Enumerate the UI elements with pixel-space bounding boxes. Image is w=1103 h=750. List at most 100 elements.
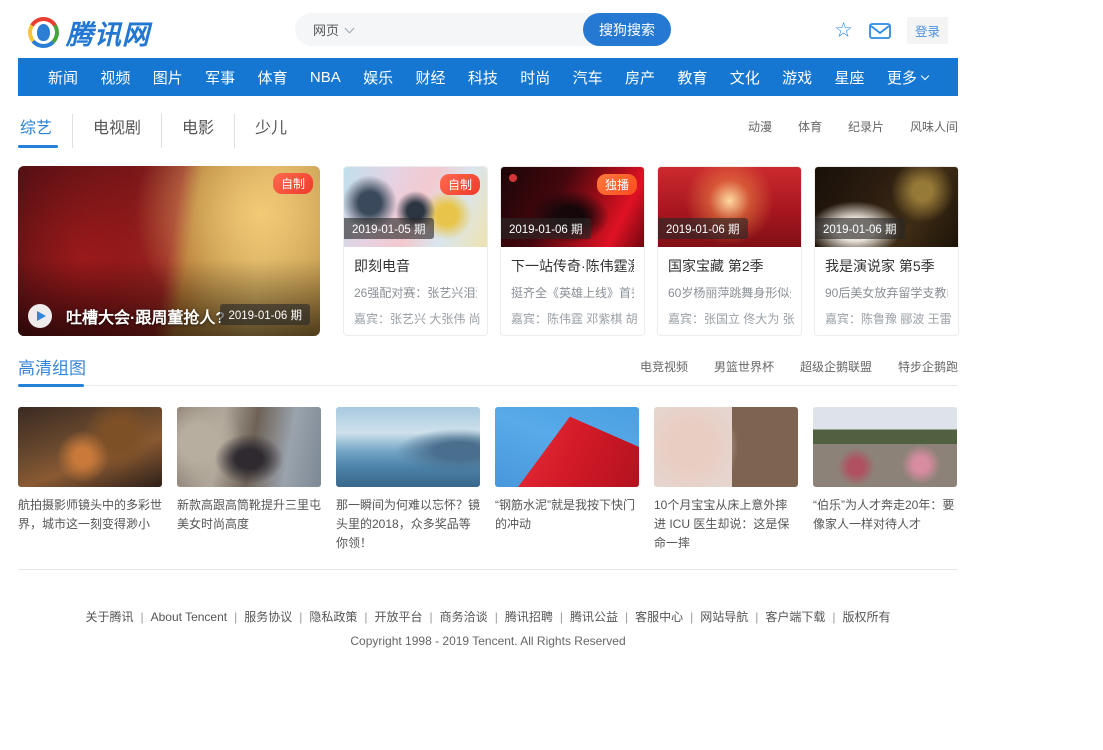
search-category-dropdown[interactable]: 网页 [295, 20, 353, 39]
footer-link[interactable]: 客户端下载 [765, 610, 825, 624]
header-actions: ☆ 登录 [834, 17, 948, 44]
tencent-logo[interactable]: 腾讯网 [28, 13, 150, 52]
nav-item-military[interactable]: 军事 [205, 67, 235, 88]
main-navbar: 新闻 视频 图片 军事 体育 NBA 娱乐 财经 科技 时尚 汽车 房产 教育 … [18, 58, 958, 96]
link-anime[interactable]: 动漫 [748, 118, 772, 135]
video-title: 国家宝藏 第2季 [668, 256, 791, 276]
photo-card[interactable]: “钢筋水泥”就是我按下快门的冲动 [495, 407, 639, 553]
photo-card[interactable]: 新款高跟高筒靴提升三里屯美女时尚高度 [177, 407, 321, 553]
tencent-logo-icon [28, 17, 59, 48]
footer-link[interactable]: 版权所有 [843, 610, 891, 624]
video-guests: 嘉宾：张国立 佟大为 张若昀 [668, 310, 795, 327]
footer-link-separator: | [560, 610, 563, 624]
footer-link[interactable]: 商务洽谈 [440, 610, 488, 624]
link-super-penguin-league[interactable]: 超级企鹅联盟 [800, 358, 872, 385]
photo-card[interactable]: 航拍摄影师镜头中的多彩世界，城市这一刻变得渺小 [18, 407, 162, 553]
nav-item-pictures[interactable]: 图片 [153, 67, 183, 88]
photo-thumbnail [18, 407, 162, 487]
photo-thumbnail [177, 407, 321, 487]
footer-link[interactable]: 网站导航 [700, 610, 748, 624]
video-thumbnail: 独播 2019-01-06 期 [501, 167, 644, 247]
video-guests: 嘉宾：陈伟霆 邓紫棋 胡海泉 [511, 310, 638, 327]
exclusive-badge: 独播 [597, 174, 637, 195]
copyright-text: Copyright 1998 - 2019 Tencent. All Right… [18, 634, 958, 648]
page-container: 腾讯网 网页 搜狗搜索 ☆ 登录 新闻 视频 图片 军事 体育 NBA 娱乐 财… [18, 0, 958, 648]
footer-link[interactable]: 隐私政策 [309, 610, 357, 624]
nav-item-horoscope[interactable]: 星座 [834, 67, 864, 88]
sogou-search-button[interactable]: 搜狗搜索 [583, 13, 671, 46]
page-footer: 关于腾讯|About Tencent|服务协议|隐私政策|开放平台|商务洽谈|腾… [18, 608, 958, 648]
nav-item-more[interactable]: 更多 [887, 67, 928, 88]
tab-movies[interactable]: 电影 [162, 114, 235, 148]
nav-item-finance[interactable]: 财经 [415, 67, 445, 88]
footer-link[interactable]: About Tencent [151, 610, 228, 624]
footer-link-separator: | [234, 610, 237, 624]
photo-caption: 那一瞬间为何难以忘怀？镜头里的2018，众多奖品等你领！ [336, 496, 480, 553]
footer-link[interactable]: 腾讯招聘 [505, 610, 553, 624]
nav-item-auto[interactable]: 汽车 [573, 67, 603, 88]
footer-divider [18, 569, 958, 570]
video-title: 下一站传奇·陈伟霆激动 [511, 256, 634, 276]
photos-section-title[interactable]: 高清组图 [18, 354, 86, 385]
video-card-body: 国家宝藏 第2季 60岁杨丽萍跳舞身形似少女 嘉宾：张国立 佟大为 张若昀 [658, 247, 801, 336]
nav-item-culture[interactable]: 文化 [730, 67, 760, 88]
photos-section-header: 高清组图 电竞视频 男篮世界杯 超级企鹅联盟 特步企鹅跑 [18, 354, 958, 386]
link-penguin-run[interactable]: 特步企鹅跑 [898, 358, 958, 385]
photo-thumbnail [495, 407, 639, 487]
tab-kids[interactable]: 少儿 [235, 114, 307, 148]
footer-link[interactable]: 客服中心 [635, 610, 683, 624]
nav-item-video[interactable]: 视频 [100, 67, 130, 88]
link-flavor-world[interactable]: 风味人间 [910, 118, 958, 135]
video-cards-row: 自制 吐槽大会·跟周董抢人? 2019-01-06 期 自制 2019-01-0… [18, 166, 958, 336]
footer-link[interactable]: 开放平台 [375, 610, 423, 624]
video-card[interactable]: 独播 2019-01-06 期 下一站传奇·陈伟霆激动 挺齐全《英雄上线》首秀 … [500, 166, 645, 336]
video-thumbnail: 2019-01-06 期 [815, 167, 958, 247]
link-esports-video[interactable]: 电竞视频 [640, 358, 688, 385]
photo-card[interactable]: “伯乐”为人才奔走20年：要像家人一样对待人才 [813, 407, 957, 553]
tab-variety[interactable]: 综艺 [18, 114, 73, 148]
link-sports[interactable]: 体育 [798, 118, 822, 135]
nav-item-education[interactable]: 教育 [677, 67, 707, 88]
mail-icon[interactable] [869, 23, 891, 39]
nav-item-realestate[interactable]: 房产 [625, 67, 655, 88]
footer-link-separator: | [364, 610, 367, 624]
footer-link[interactable]: 腾讯公益 [570, 610, 618, 624]
footer-link[interactable]: 关于腾讯 [85, 610, 133, 624]
footer-link-separator: | [755, 610, 758, 624]
nav-item-games[interactable]: 游戏 [782, 67, 812, 88]
link-basketball-worldcup[interactable]: 男篮世界杯 [714, 358, 774, 385]
nav-item-sports[interactable]: 体育 [258, 67, 288, 88]
video-thumbnail: 2019-01-06 期 [658, 167, 801, 247]
link-documentary[interactable]: 纪录片 [848, 118, 884, 135]
tabs-right-links: 动漫 体育 纪录片 风味人间 [748, 114, 958, 135]
play-icon[interactable] [28, 304, 52, 328]
video-title: 即刻电音 [354, 256, 477, 276]
nav-item-nba[interactable]: NBA [310, 69, 341, 86]
nav-item-entertainment[interactable]: 娱乐 [363, 67, 393, 88]
photo-caption: 10个月宝宝从床上意外摔进 ICU 医生却说：这是保命一摔 [654, 496, 798, 553]
footer-link-separator: | [140, 610, 143, 624]
search-input[interactable] [353, 13, 583, 46]
footer-link[interactable]: 服务协议 [244, 610, 292, 624]
video-subtitle: 挺齐全《英雄上线》首秀 [511, 284, 634, 301]
video-card[interactable]: 2019-01-06 期 国家宝藏 第2季 60岁杨丽萍跳舞身形似少女 嘉宾：张… [657, 166, 802, 336]
video-card[interactable]: 自制 2019-01-05 期 即刻电音 26强配对赛：张艺兴泪洒现场 嘉宾：张… [343, 166, 488, 336]
episode-date-badge: 2019-01-06 期 [815, 218, 905, 239]
favorite-star-icon[interactable]: ☆ [834, 20, 853, 41]
nav-item-news[interactable]: 新闻 [48, 67, 78, 88]
photo-card[interactable]: 那一瞬间为何难以忘怀？镜头里的2018，众多奖品等你领！ [336, 407, 480, 553]
video-card[interactable]: 2019-01-06 期 我是演说家 第5季 90后美女放弃留学支教山村 嘉宾：… [814, 166, 959, 336]
photo-card[interactable]: 10个月宝宝从床上意外摔进 ICU 医生却说：这是保命一摔 [654, 407, 798, 553]
photo-caption: “伯乐”为人才奔走20年：要像家人一样对待人才 [813, 496, 957, 534]
search-bar: 网页 搜狗搜索 [295, 13, 671, 46]
nav-item-tech[interactable]: 科技 [468, 67, 498, 88]
video-thumbnail: 自制 2019-01-05 期 [344, 167, 487, 247]
tab-tv-series[interactable]: 电视剧 [73, 114, 162, 148]
logo-text: 腾讯网 [66, 13, 150, 52]
featured-video-card[interactable]: 自制 吐槽大会·跟周董抢人? 2019-01-06 期 [18, 166, 320, 336]
photo-caption: 新款高跟高筒靴提升三里屯美女时尚高度 [177, 496, 321, 534]
nav-item-fashion[interactable]: 时尚 [520, 67, 550, 88]
self-produced-badge: 自制 [273, 173, 313, 194]
login-button[interactable]: 登录 [907, 17, 948, 44]
channel-logo-icon [509, 174, 517, 182]
